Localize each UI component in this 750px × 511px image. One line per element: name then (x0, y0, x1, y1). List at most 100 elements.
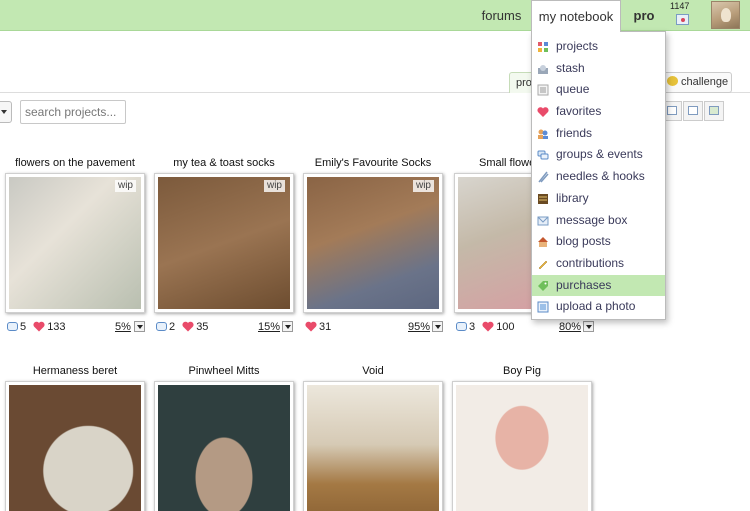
menu-label: groups & events (556, 147, 643, 162)
detail-view-button[interactable] (704, 101, 724, 121)
project-photo[interactable] (452, 381, 592, 511)
progress-dropdown[interactable] (583, 321, 594, 332)
nav-forums[interactable]: forums (474, 0, 529, 31)
menu-item-purchases[interactable]: purchases (532, 274, 665, 297)
comment-icon[interactable] (7, 322, 18, 331)
menu-item-message-box[interactable]: message box (532, 210, 665, 232)
project-title[interactable]: Pinwheel Mitts (149, 365, 299, 377)
photo-image (9, 385, 141, 511)
project-stats: 31 95% (305, 321, 447, 337)
photo-image (158, 177, 290, 309)
challenge-icon (667, 76, 678, 86)
menu-label: message box (556, 212, 628, 227)
favorite-count: 133 (47, 321, 66, 333)
project-title[interactable]: Boy Pig (447, 365, 597, 377)
challenge-button[interactable]: challenge (662, 72, 732, 93)
menu-item-queue[interactable]: queue (532, 79, 665, 101)
project-photo[interactable]: wip (303, 173, 443, 313)
project-title[interactable]: Emily's Favourite Socks (298, 157, 448, 169)
menu-item-stash[interactable]: stash (532, 58, 665, 80)
photo-image (9, 177, 141, 309)
menu-item-groups-events[interactable]: groups & events (532, 144, 665, 166)
heart-icon (537, 107, 549, 118)
favorite-count: 100 (496, 321, 515, 333)
message-count[interactable]: 1147 (670, 1, 689, 11)
project-photo[interactable] (303, 381, 443, 511)
upload-icon (537, 301, 549, 313)
avatar[interactable] (711, 1, 740, 29)
menu-item-library[interactable]: library (532, 188, 665, 210)
nav-my-notebook[interactable]: my notebook (531, 0, 621, 32)
menu-label: library (556, 190, 589, 205)
heart-icon[interactable] (482, 321, 494, 332)
menu-label: contributions (556, 255, 625, 270)
comment-icon[interactable] (156, 322, 167, 331)
search-input[interactable] (20, 100, 126, 124)
menu-label: upload a photo (556, 299, 636, 314)
project-title[interactable]: my tea & toast socks (149, 157, 299, 169)
message-icon (537, 216, 549, 225)
photo-image (307, 177, 439, 309)
favorite-count: 31 (319, 321, 332, 333)
filter-select[interactable] (0, 101, 12, 123)
blog-icon (538, 237, 548, 248)
comment-icon[interactable] (456, 322, 467, 331)
project-stats: 2 35 15% (156, 321, 298, 337)
progress-value[interactable]: 15% (258, 321, 280, 333)
menu-item-upload-photo[interactable]: upload a photo (532, 296, 665, 318)
menu-label: queue (556, 82, 590, 97)
progress-value[interactable]: 80% (559, 321, 581, 333)
progress-value[interactable]: 95% (408, 321, 430, 333)
menu-item-friends[interactable]: friends (532, 123, 665, 145)
menu-label: stash (556, 60, 585, 75)
project-photo[interactable] (154, 381, 294, 511)
menu-label: friends (556, 125, 593, 140)
comment-count: 2 (169, 321, 176, 333)
my-notebook-menu: projects stash queue favorites friends g… (531, 31, 666, 320)
photo-image (456, 385, 588, 511)
challenge-label: challenge (681, 76, 729, 88)
photo-image (158, 385, 290, 511)
menu-item-favorites[interactable]: favorites (532, 101, 665, 123)
list-view-button[interactable] (683, 101, 703, 121)
comment-count: 5 (20, 321, 27, 333)
projects-icon (538, 42, 548, 52)
project-stats: 3 100 80% (456, 321, 598, 337)
heart-icon[interactable] (305, 321, 317, 332)
groups-icon (537, 150, 549, 160)
menu-item-needles-hooks[interactable]: needles & hooks (532, 166, 665, 188)
detail-view-icon (709, 106, 719, 115)
menu-label: needles & hooks (556, 169, 645, 184)
purchases-icon (538, 280, 548, 291)
project-title[interactable]: Void (298, 365, 448, 377)
menu-item-blog-posts[interactable]: blog posts (532, 231, 665, 253)
mail-icon[interactable] (676, 14, 689, 25)
nav-pro[interactable]: pro (626, 0, 662, 31)
progress-value[interactable]: 5% (115, 321, 131, 333)
pencil-icon (538, 260, 548, 270)
heart-icon[interactable] (182, 321, 194, 332)
project-title[interactable]: Hermaness beret (0, 365, 150, 377)
menu-item-projects[interactable]: projects (532, 36, 665, 58)
menu-label: projects (556, 39, 599, 53)
project-photo[interactable] (5, 381, 145, 511)
queue-icon (537, 84, 549, 96)
wip-badge: wip (412, 180, 434, 192)
project-title[interactable]: flowers on the pavement (0, 157, 150, 169)
wip-badge: wip (263, 180, 285, 192)
heart-icon[interactable] (33, 321, 45, 332)
progress-dropdown[interactable] (282, 321, 293, 332)
photo-image (307, 385, 439, 511)
stash-icon (538, 64, 548, 74)
friends-icon (538, 129, 548, 139)
comment-count: 3 (469, 321, 476, 333)
menu-label: purchases (556, 277, 612, 292)
menu-item-contributions[interactable]: contributions (532, 253, 665, 275)
project-stats: 5 133 5% (7, 321, 149, 337)
progress-dropdown[interactable] (134, 321, 145, 332)
project-photo[interactable]: wip (5, 173, 145, 313)
menu-label: blog posts (556, 234, 611, 249)
project-photo[interactable]: wip (154, 173, 294, 313)
progress-dropdown[interactable] (432, 321, 443, 332)
needles-icon (538, 171, 549, 183)
